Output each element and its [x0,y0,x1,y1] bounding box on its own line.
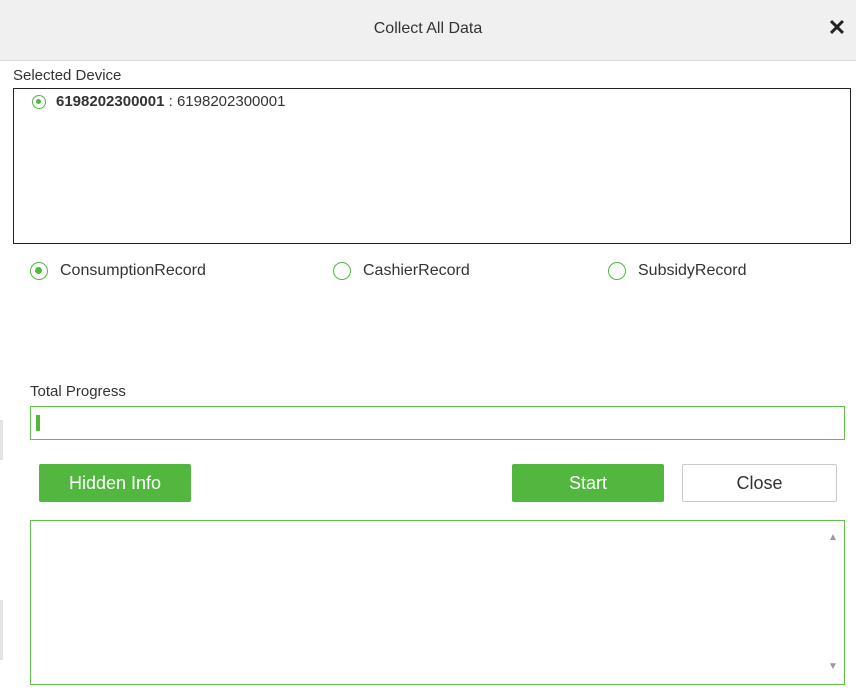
close-button[interactable]: Close [682,464,837,502]
hidden-info-button[interactable]: Hidden Info [39,464,191,502]
cashier-record-label: CashierRecord [363,262,470,279]
edge-divider [0,420,3,460]
start-button[interactable]: Start [512,464,664,502]
subsidy-record-radio[interactable] [608,262,626,280]
dialog-title: Collect All Data [373,20,483,37]
device-separator: : [168,93,173,110]
edge-divider [0,600,3,660]
selected-device-label: Selected Device [13,67,122,84]
option-cashier-record[interactable]: CashierRecord [333,262,470,280]
consumption-record-label: ConsumptionRecord [60,262,206,279]
scroll-down-arrow-icon[interactable]: ▼ [824,658,842,676]
option-consumption-record[interactable]: ConsumptionRecord [30,262,206,280]
total-progress-label: Total Progress [30,383,126,400]
progress-fill [36,415,40,431]
info-log-area[interactable]: ▲ ▼ [30,520,845,685]
dialog-titlebar: Collect All Data ✕ [0,0,856,61]
close-icon[interactable]: ✕ [826,16,848,40]
device-name: 6198202300001 [176,93,286,110]
subsidy-record-label: SubsidyRecord [638,262,747,279]
device-list-item[interactable]: 6198202300001 : 6198202300001 [32,93,285,110]
selected-device-list: 6198202300001 : 6198202300001 [13,88,851,244]
total-progress-bar [30,406,845,440]
device-id: 6198202300001 [56,93,165,110]
scroll-up-arrow-icon[interactable]: ▲ [824,529,842,547]
log-scrollbar[interactable]: ▲ ▼ [824,523,842,682]
consumption-record-radio[interactable] [30,262,48,280]
device-radio[interactable] [32,94,46,109]
cashier-record-radio[interactable] [333,262,351,280]
option-subsidy-record[interactable]: SubsidyRecord [608,262,747,280]
